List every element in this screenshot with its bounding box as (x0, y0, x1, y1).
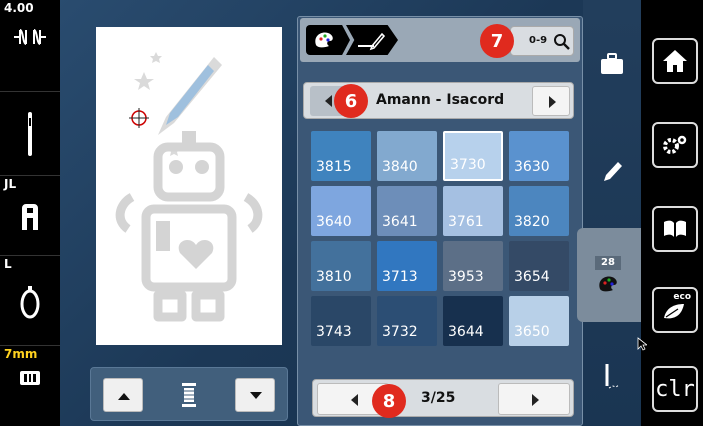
tension-value: 4.00 (4, 1, 34, 15)
left-status-bar: 4.00 JL L 7mm (0, 0, 60, 426)
brand-name: Amann - Isacord (376, 92, 505, 108)
search-color-number-button[interactable]: 0-9 (510, 26, 574, 56)
needle-icon (0, 112, 60, 162)
color-swatch[interactable]: 3650 (509, 296, 569, 346)
palette-icon (315, 32, 333, 48)
palette-tab[interactable] (306, 25, 350, 55)
function-tab-column: 28 (577, 0, 641, 426)
color-swatch-code: 3644 (448, 324, 484, 340)
color-count-badge: 28 (595, 256, 621, 270)
color-swatch[interactable]: 3953 (443, 241, 503, 291)
color-tab-active[interactable]: 28 (577, 228, 641, 322)
color-swatch-code: 3810 (316, 269, 352, 285)
triangle-right-icon (532, 394, 539, 406)
home-button[interactable] (652, 38, 698, 84)
stitch-width-value: 7mm (4, 347, 38, 361)
design-preview[interactable] (96, 27, 282, 345)
color-swatch-code: 3761 (448, 214, 484, 230)
book-icon (664, 220, 686, 237)
color-swatch-code: 3732 (382, 324, 418, 340)
color-swatch[interactable]: 3730 (443, 131, 503, 181)
color-swatch-code: 3743 (316, 324, 352, 340)
color-swatch[interactable]: 3640 (311, 186, 371, 236)
mouse-cursor-icon (637, 337, 647, 351)
robot-design-image (115, 52, 263, 322)
page-navigator: 3/25 (312, 379, 574, 417)
color-swatch-code: 3840 (382, 159, 418, 175)
needle-cell[interactable] (0, 92, 60, 176)
color-swatch[interactable]: 3654 (509, 241, 569, 291)
color-swatch[interactable]: 3732 (377, 296, 437, 346)
stitch-plate-cell[interactable]: 7mm (0, 346, 60, 426)
pencil-line-icon (358, 32, 386, 51)
annotation-badge-8: 8 (372, 384, 406, 418)
foot-label: JL (4, 177, 17, 191)
hoop-icon (0, 284, 60, 324)
home-icon (663, 50, 687, 72)
tension-icon (0, 26, 60, 52)
color-swatch[interactable]: 3644 (443, 296, 503, 346)
color-swatch[interactable]: 3761 (443, 186, 503, 236)
pencil-icon (604, 162, 622, 181)
color-swatch[interactable]: 3743 (311, 296, 371, 346)
thread-spool-icon (177, 380, 201, 410)
color-swatch[interactable]: 3840 (377, 131, 437, 181)
triangle-right-icon (549, 96, 556, 108)
triangle-up-icon (118, 393, 130, 400)
presser-foot-cell[interactable]: JL (0, 176, 60, 256)
annotation-badge-7: 7 (480, 24, 514, 58)
eco-button[interactable]: eco (652, 287, 698, 333)
presser-foot-icon (0, 202, 60, 236)
color-swatch-code: 3730 (450, 157, 486, 173)
color-swatch-code: 3630 (514, 159, 550, 175)
palette-icon (599, 276, 617, 292)
color-swatch-code: 3654 (514, 269, 550, 285)
color-swatch[interactable]: 3630 (509, 131, 569, 181)
hoop-cell[interactable]: L (0, 256, 60, 346)
move-down-button[interactable] (235, 378, 275, 412)
setup-button[interactable] (652, 122, 698, 168)
color-swatch[interactable]: 3820 (509, 186, 569, 236)
color-swatch[interactable]: 3815 (311, 131, 371, 181)
tutorial-button[interactable] (652, 206, 698, 252)
eco-label: eco (673, 292, 691, 302)
color-swatch-code: 3650 (514, 324, 550, 340)
color-swatch-code: 3640 (316, 214, 352, 230)
color-swatch[interactable]: 3810 (311, 241, 371, 291)
embroider-tab[interactable] (595, 360, 629, 394)
edit-tab[interactable] (595, 155, 629, 185)
needle-stitch-icon (605, 364, 620, 389)
color-swatch-code: 3953 (448, 269, 484, 285)
briefcase-icon (601, 53, 623, 74)
triangle-down-icon (250, 392, 262, 399)
move-up-button[interactable] (103, 378, 143, 412)
color-swatch-code: 3815 (316, 159, 352, 175)
color-swatch-code: 3820 (514, 214, 550, 230)
color-swatch-code: 3641 (382, 214, 418, 230)
color-swatch-code: 3713 (382, 269, 418, 285)
page-indicator: 3/25 (421, 390, 456, 406)
scroll-control-bar (90, 367, 288, 421)
magnifier-icon (554, 34, 570, 50)
color-swatch[interactable]: 3641 (377, 186, 437, 236)
gears-icon (663, 135, 687, 154)
stitch-plate-icon (0, 370, 60, 390)
clear-button[interactable]: clr (652, 366, 698, 412)
annotation-badge-6: 6 (334, 84, 368, 118)
embroidery-screen: 4.00 JL L 7mm 0-9 Amann - Isacord 3815 3… (0, 0, 703, 426)
clr-label: clr (655, 376, 695, 402)
brand-next-button[interactable] (532, 86, 570, 116)
color-swatch[interactable]: 3713 (377, 241, 437, 291)
panel-header: 0-9 (300, 18, 580, 62)
edit-color-tab[interactable] (346, 25, 398, 55)
briefcase-tab[interactable] (595, 50, 629, 80)
page-next-button[interactable] (498, 383, 570, 415)
search-label: 0-9 (529, 35, 548, 46)
hoop-label: L (4, 257, 12, 271)
thread-tension-cell[interactable]: 4.00 (0, 0, 60, 92)
